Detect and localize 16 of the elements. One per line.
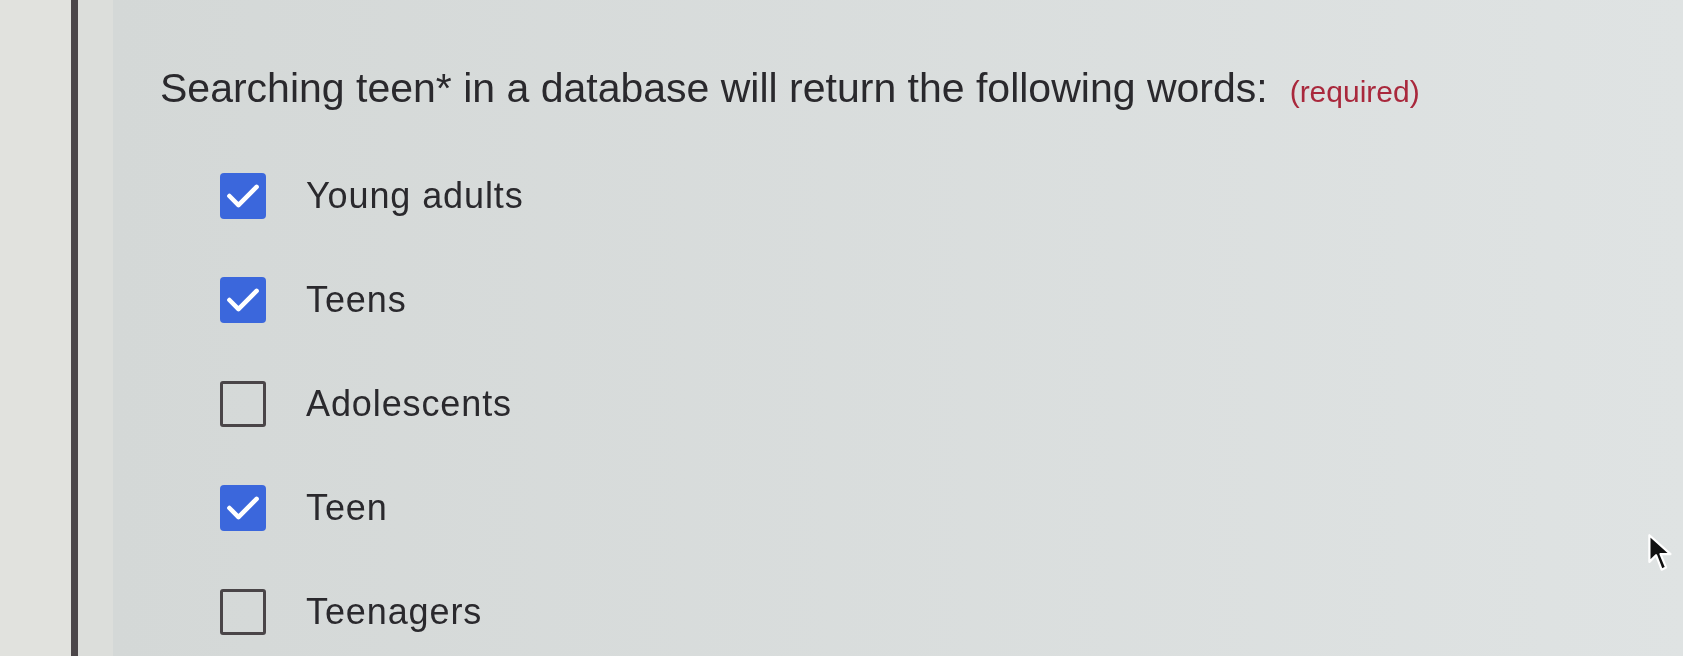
option-label: Teens [306, 278, 407, 322]
checkbox[interactable] [220, 485, 266, 531]
checkbox[interactable] [220, 381, 266, 427]
required-label: (required) [1289, 75, 1420, 109]
option-label: Adolescents [306, 382, 513, 426]
checkbox[interactable] [220, 173, 266, 219]
option-label: Teenagers [306, 590, 483, 634]
question-text: Searching teen* in a database will return the following words: [160, 64, 1268, 112]
cursor-icon [1647, 533, 1674, 573]
checkbox[interactable] [220, 589, 266, 635]
check-icon [226, 183, 260, 209]
check-icon [226, 287, 260, 313]
option-label: Young adults [306, 174, 524, 218]
checkbox[interactable] [220, 277, 266, 323]
check-icon [226, 495, 260, 521]
option-label: Teen [306, 486, 388, 530]
